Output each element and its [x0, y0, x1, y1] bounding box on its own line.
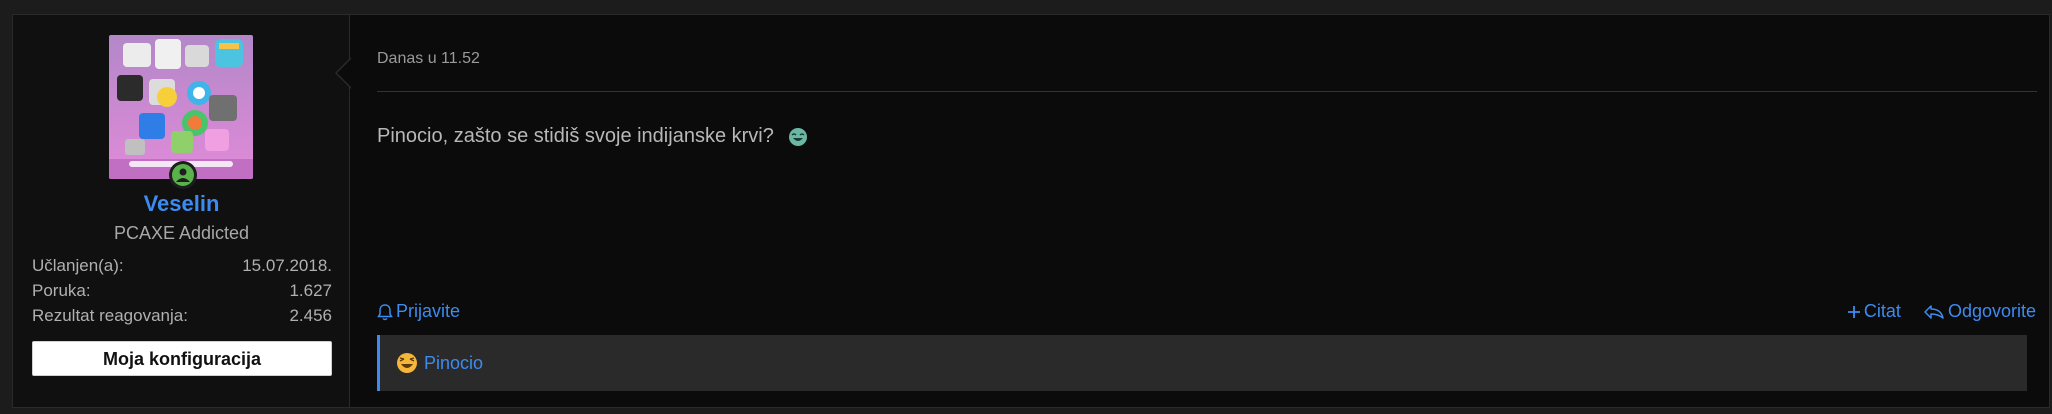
laughing-smilie-icon: [788, 127, 808, 147]
reply-button[interactable]: Odgovorite: [1923, 301, 2036, 322]
avatar[interactable]: [109, 35, 253, 179]
username[interactable]: Veselin: [13, 191, 350, 217]
post-date[interactable]: Danas u 11.52: [377, 50, 480, 68]
bell-icon: [377, 303, 393, 320]
reply-label: Odgovorite: [1947, 301, 2036, 321]
stat-value: 1.627: [289, 281, 332, 300]
stat-row-reaction-score: Rezultat reagovanja: 2.456: [32, 303, 332, 328]
user-title: PCAXE Addicted: [113, 223, 250, 243]
online-status-icon: [169, 161, 197, 189]
stat-row-joined: Učlanjen(a): 15.07.2018.: [32, 253, 332, 278]
reply-icon: [1924, 304, 1944, 319]
report-label: Prijavite: [396, 301, 461, 321]
report-button[interactable]: Prijavite: [377, 301, 460, 322]
post-container: Veselin PCAXE Addicted Učlanjen(a): 15.0…: [12, 14, 2050, 408]
avatar-image: [109, 35, 253, 179]
reactions-bar: Pinocio: [377, 335, 2027, 391]
post-message: Pinocio, zašto se stidiš svoje indijansk…: [377, 125, 808, 148]
post-actions-right: Citat Odgovorite: [1825, 301, 2036, 322]
user-info-column: Veselin PCAXE Addicted Učlanjen(a): 15.0…: [13, 15, 350, 407]
stat-label: Poruka:: [32, 281, 91, 300]
header-divider: [377, 91, 2037, 92]
quote-label: Citat: [1863, 301, 1901, 321]
stat-label: Učlanjen(a):: [32, 256, 124, 275]
user-stats: Učlanjen(a): 15.07.2018. Poruka: 1.627 R…: [32, 253, 332, 328]
post-actions-left: Prijavite: [377, 301, 460, 322]
stat-value: 15.07.2018.: [242, 256, 332, 275]
plus-icon: [1847, 305, 1860, 318]
quote-button[interactable]: Citat: [1847, 301, 1901, 322]
message-text: Pinocio, zašto se stidiš svoje indijansk…: [377, 125, 774, 147]
reaction-user-link[interactable]: Pinocio: [424, 353, 483, 374]
stat-row-messages: Poruka: 1.627: [32, 278, 332, 303]
stat-label: Rezultat reagovanja:: [32, 306, 188, 325]
stat-value: 2.456: [289, 306, 332, 325]
my-configuration-button[interactable]: Moja konfiguracija: [32, 341, 332, 376]
haha-reaction-icon: [397, 353, 417, 373]
